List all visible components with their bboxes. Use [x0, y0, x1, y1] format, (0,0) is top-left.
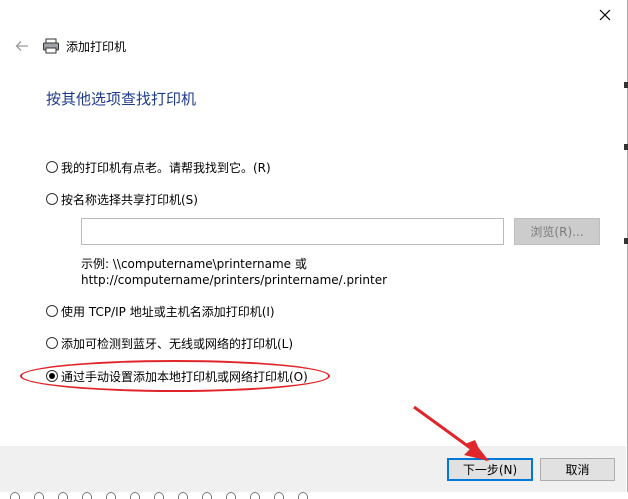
- example-line-1: 示例: \\computername\printername 或: [81, 257, 307, 271]
- option-shared-printer-label: 按名称选择共享打印机(S): [61, 192, 198, 207]
- back-arrow-icon: [15, 41, 28, 51]
- back-button[interactable]: [12, 36, 32, 56]
- shared-printer-name-input[interactable]: [81, 218, 504, 245]
- dialog-title: 添加打印机: [66, 39, 127, 54]
- cancel-button[interactable]: 取消: [540, 458, 615, 481]
- left-edge: [0, 0, 6, 499]
- example-line-2: http://computername/printers/printername…: [81, 273, 388, 287]
- radio-shared-printer[interactable]: [46, 193, 58, 205]
- add-printer-dialog: 添加打印机 按其他选项查找打印机 我的打印机有点老。请帮我找到它。(R) 按名称…: [0, 0, 628, 499]
- radio-old-printer[interactable]: [46, 161, 58, 173]
- title-bar: 添加打印机: [42, 36, 126, 56]
- printer-icon: [43, 38, 59, 54]
- radio-bluetooth-wireless[interactable]: [46, 337, 58, 349]
- page-heading: 按其他选项查找打印机: [46, 90, 197, 108]
- option-old-printer-label: 我的打印机有点老。请帮我找到它。(R): [61, 160, 271, 175]
- annotation-arrow: [413, 405, 489, 462]
- option-old-printer[interactable]: 我的打印机有点老。请帮我找到它。(R): [46, 158, 271, 176]
- next-button[interactable]: 下一步(N): [447, 458, 533, 481]
- close-button[interactable]: [586, 0, 624, 30]
- background-toolbar-strip: [0, 492, 628, 499]
- option-manual-local-label: 通过手动设置添加本地打印机或网络打印机(O): [61, 369, 308, 384]
- radio-manual-local[interactable]: [46, 370, 58, 382]
- radio-tcpip[interactable]: [46, 305, 58, 317]
- option-shared-printer[interactable]: 按名称选择共享打印机(S): [46, 190, 198, 208]
- option-tcpip[interactable]: 使用 TCP/IP 地址或主机名添加打印机(I): [46, 302, 275, 320]
- option-tcpip-label: 使用 TCP/IP 地址或主机名添加打印机(I): [61, 304, 275, 319]
- option-bluetooth-wireless[interactable]: 添加可检测到蓝牙、无线或网络的打印机(L): [46, 334, 293, 352]
- option-manual-local[interactable]: 通过手动设置添加本地打印机或网络打印机(O): [46, 367, 308, 385]
- close-icon: [599, 9, 611, 21]
- background-window-edge: [624, 60, 628, 280]
- option-bluetooth-wireless-label: 添加可检测到蓝牙、无线或网络的打印机(L): [61, 336, 294, 351]
- browse-button[interactable]: 浏览(R)...: [514, 218, 600, 245]
